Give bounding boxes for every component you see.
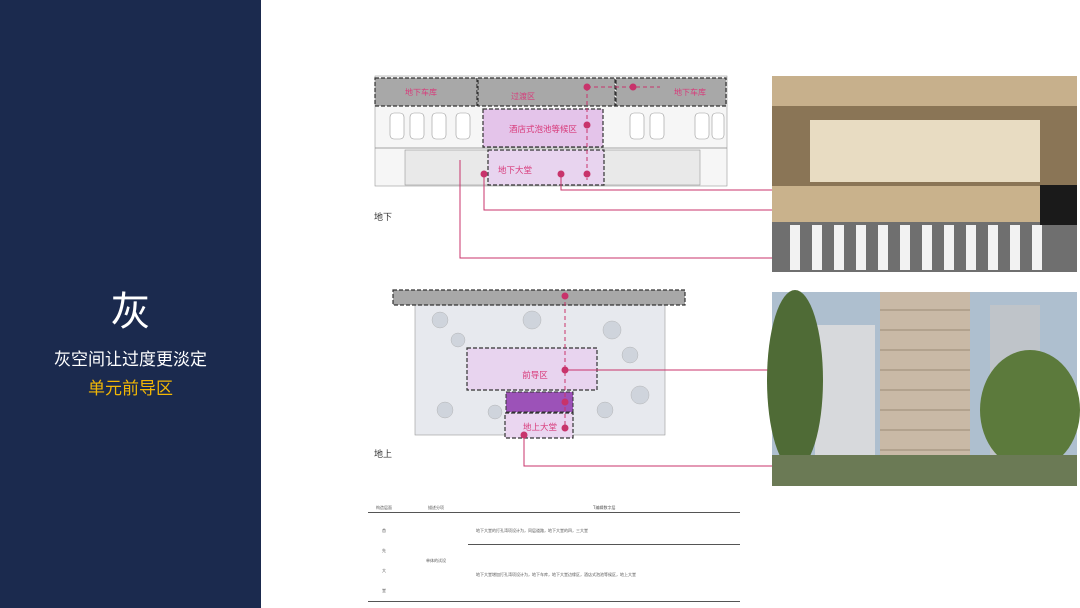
zone-label: 酒店式泡池等候区 [509, 124, 578, 135]
table-header: 描述分项 [428, 505, 444, 510]
table-cell: 首 [382, 528, 386, 533]
zone-label: 地下大堂 [498, 165, 532, 176]
zone-label: 过渡区 [511, 91, 535, 101]
lobby-photo [772, 76, 1077, 272]
zone-label: 前导区 [522, 370, 548, 381]
table-header: T编辑数字层 [593, 505, 616, 510]
table-cell: 地下大堂的打孔湾项设计为，同层道路，地下大堂的四，三大堂 [476, 528, 588, 533]
table-cell: 堂 [382, 588, 386, 593]
above-ground-plan: 前导区 地上大堂 [392, 289, 686, 439]
table-cell: 先 [382, 548, 386, 553]
underground-plan: 地下车库 过渡区 地下车库 酒店式泡池等候区 地下大堂 [374, 75, 728, 187]
table-cell: 大 [382, 568, 386, 573]
table-cell: 地下大堂增加打孔湾项设计为，地下车库，地下大堂边缘区，酒店式泡池等候区，地上大堂 [476, 572, 636, 577]
zone-label: 地上大堂 [523, 422, 557, 433]
table-header: 构造层面 [376, 505, 392, 510]
underground-label: 地下 [374, 213, 393, 223]
above-ground-label: 地上 [374, 450, 393, 460]
table-cell: 单体的试设 [426, 558, 446, 563]
zone-label: 地下车库 [405, 87, 437, 97]
zone-label: 地下车库 [674, 87, 706, 97]
spec-table: 构造层面 描述分项 T编辑数字层 首 先 大 堂 单体的试设 地下大堂的打孔湾项… [368, 500, 740, 605]
tower-photo [767, 290, 1080, 486]
